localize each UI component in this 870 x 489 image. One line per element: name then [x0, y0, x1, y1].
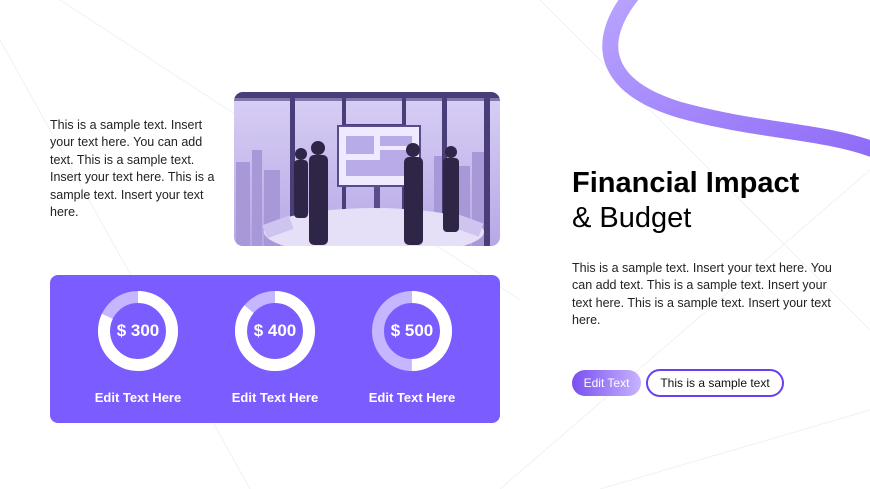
metric-label: Edit Text Here	[368, 390, 456, 405]
metric-value: $ 500	[390, 321, 434, 340]
metric-label: Edit Text Here	[94, 390, 182, 405]
metric-card: $ 500 Edit Text Here	[337, 291, 487, 411]
right-body-text: This is a sample text. Insert your text …	[572, 261, 832, 328]
metric-card: $ 400 Edit Text Here	[200, 291, 350, 411]
meeting-photo	[234, 92, 500, 246]
ribbon-shape	[602, 0, 870, 157]
page-subtitle: & Budget	[572, 202, 692, 234]
metric-card: $ 300 Edit Text Here	[63, 291, 213, 411]
edit-text-button[interactable]: Edit Text	[572, 370, 641, 396]
slide: This is a sample text. Insert your text …	[0, 0, 870, 489]
sample-text-button[interactable]: This is a sample text	[646, 369, 784, 397]
metric-value: $ 300	[116, 321, 160, 340]
budget-panel: $ 300 Edit Text Here $ 400 Edit Text Her…	[50, 275, 500, 423]
metric-label: Edit Text Here	[231, 390, 319, 405]
page-title: Financial Impact	[572, 167, 800, 199]
left-body-text: This is a sample text. Insert your text …	[50, 118, 215, 220]
metric-value: $ 400	[253, 321, 297, 340]
